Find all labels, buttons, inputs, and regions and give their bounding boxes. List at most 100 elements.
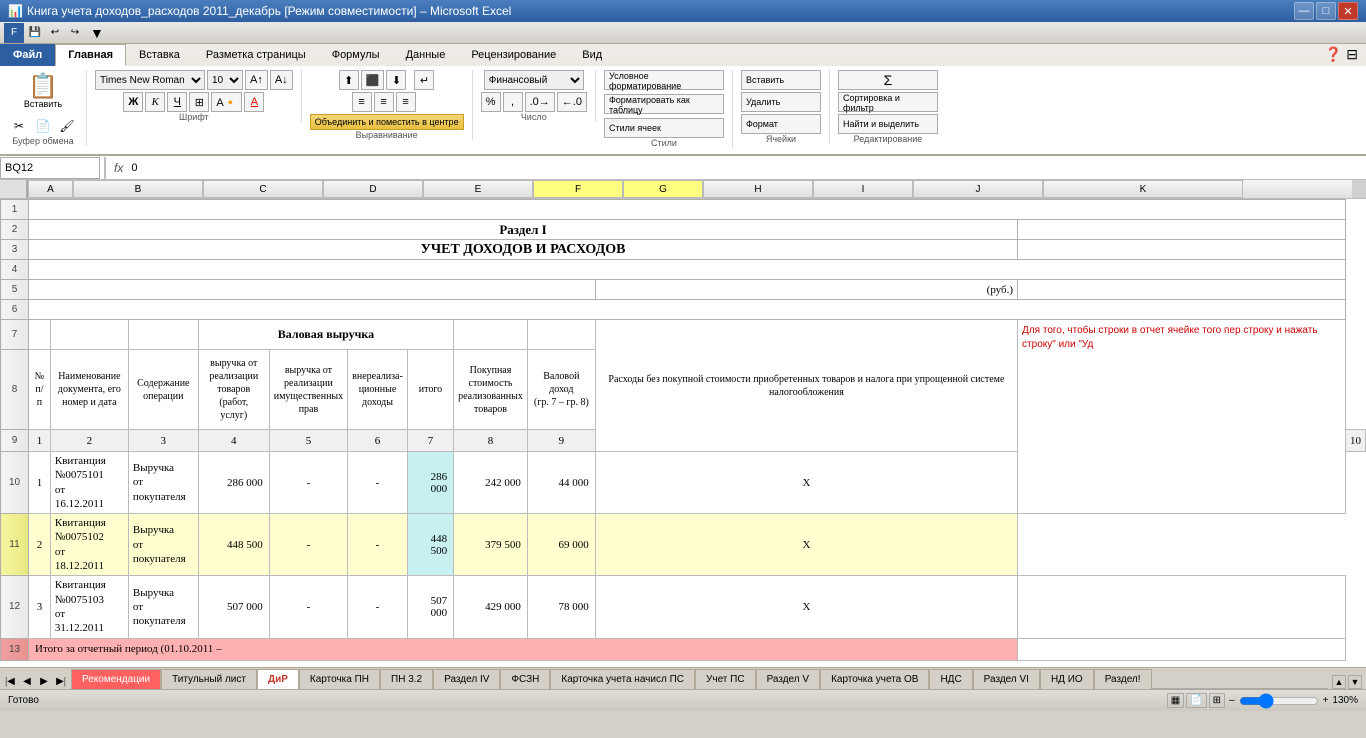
help-icon[interactable]: ❓ (1325, 47, 1342, 64)
tab-formulas[interactable]: Формулы (319, 44, 393, 66)
data-row2-col9[interactable]: 69 000 (527, 514, 595, 576)
data-row1-col5[interactable]: - (269, 452, 347, 514)
col-header-G[interactable]: G (623, 180, 703, 198)
insert-cells-button[interactable]: Вставить (741, 70, 821, 90)
data-row1-col10[interactable]: X (595, 452, 1017, 514)
page-break-btn[interactable]: ⊞ (1209, 693, 1225, 708)
data-row2-doc[interactable]: Квитанция №0075102 от 18.12.2011 (50, 514, 128, 576)
tab-last-btn[interactable]: ▶| (53, 673, 69, 689)
bold-button[interactable]: Ж (123, 92, 143, 112)
copy-button[interactable]: 📄 (32, 116, 54, 136)
row-num-10[interactable]: 10 (1, 452, 29, 514)
col-header-E[interactable]: E (423, 180, 533, 198)
sheet-tab-razdel5[interactable]: Раздел V (756, 669, 821, 689)
tab-insert[interactable]: Вставка (126, 44, 193, 66)
align-right-button[interactable]: ≡ (396, 92, 416, 112)
tab-home[interactable]: Главная (55, 44, 126, 66)
close-button[interactable]: ✕ (1338, 2, 1358, 20)
align-left-button[interactable]: ≡ (352, 92, 372, 112)
maximize-button[interactable]: □ (1316, 2, 1336, 20)
page-layout-btn[interactable]: 📄 (1186, 693, 1206, 708)
autosum-button[interactable]: Σ (838, 70, 938, 90)
font-size-select[interactable]: 10 (207, 70, 243, 90)
zoom-slider[interactable] (1239, 693, 1319, 709)
font-name-select[interactable]: Times New Roman (95, 70, 205, 90)
increase-decimal-button[interactable]: .0→ (525, 92, 555, 112)
font-color-button[interactable]: A (244, 92, 264, 112)
decrease-decimal-button[interactable]: ←.0 (557, 92, 587, 112)
paste-button[interactable]: 📋 Вставить (21, 70, 65, 114)
data-row1-col9[interactable]: 44 000 (527, 452, 595, 514)
row6-content[interactable] (29, 300, 1346, 320)
format-cells-button[interactable]: Формат (741, 114, 821, 134)
col-header-K[interactable]: K (1043, 180, 1243, 198)
data-row2-col4[interactable]: 448 500 (198, 514, 269, 576)
tab-page-layout[interactable]: Разметка страницы (193, 44, 319, 66)
row-num-9[interactable]: 9 (1, 430, 29, 452)
sheet-tab-title[interactable]: Титульный лист (161, 669, 257, 689)
format-painter-button[interactable]: 🖌 (56, 116, 78, 136)
cut-button[interactable]: ✂ (8, 116, 30, 136)
ribbon-min-icon[interactable]: ⊟ (1346, 47, 1358, 64)
data-row3-col7[interactable]: 507 000 (407, 576, 453, 638)
data-row3-col6[interactable]: - (348, 576, 408, 638)
sheet-tab-dir[interactable]: ДиР (257, 669, 299, 689)
number-format-select[interactable]: Финансовый (484, 70, 584, 90)
tab-file[interactable]: Файл (0, 44, 55, 66)
data-row3-col9[interactable]: 78 000 (527, 576, 595, 638)
data-row1-num[interactable]: 1 (29, 452, 51, 514)
name-box[interactable]: BQ12 (0, 157, 100, 179)
save-quick-btn[interactable]: 💾 (26, 24, 44, 42)
align-bottom-button[interactable]: ⬇ (386, 70, 406, 90)
tab-data[interactable]: Данные (393, 44, 459, 66)
font-grow-button[interactable]: A↑ (245, 70, 268, 90)
col-header-I[interactable]: I (813, 180, 913, 198)
row-num-1[interactable]: 1 (1, 200, 29, 220)
sheet-tab-razdel-last[interactable]: Раздел! (1094, 669, 1152, 689)
undo-quick-btn[interactable]: ↩ (46, 24, 64, 42)
spreadsheet-inner[interactable]: 1 2 Раздел I 3 УЧЕТ ДОХОДОВ И РАСХОДОВ 4 (0, 199, 1366, 667)
col-header-H[interactable]: H (703, 180, 813, 198)
row-num-4[interactable]: 4 (1, 260, 29, 280)
data-row2-num[interactable]: 2 (29, 514, 51, 576)
data-row2-col10[interactable]: X (595, 514, 1017, 576)
row4-content[interactable] (29, 260, 1346, 280)
data-row3-num[interactable]: 3 (29, 576, 51, 638)
data-row1-col7[interactable]: 286 000 (407, 452, 453, 514)
data-row3-col8[interactable]: 429 000 (454, 576, 528, 638)
sheet-tab-pn32[interactable]: ПН 3.2 (380, 669, 433, 689)
data-row2-col5[interactable]: - (269, 514, 347, 576)
row-num-13[interactable]: 13 (1, 638, 29, 660)
tab-prev-btn[interactable]: ◀ (19, 673, 35, 689)
row-num-8[interactable]: 8 (1, 350, 29, 430)
percent-button[interactable]: % (481, 92, 501, 112)
row-num-7[interactable]: 7 (1, 320, 29, 350)
data-row2-content[interactable]: Выручка от покупателя (128, 514, 198, 576)
col-header-B[interactable]: B (73, 180, 203, 198)
col-header-D[interactable]: D (323, 180, 423, 198)
redo-quick-btn[interactable]: ↪ (66, 24, 84, 42)
col-header-C[interactable]: C (203, 180, 323, 198)
align-top-button[interactable]: ⬆ (339, 70, 359, 90)
fill-button[interactable]: Сортировка и фильтр (838, 92, 938, 112)
col-header-F[interactable]: F (533, 180, 623, 198)
sheet-tab-karta-ov[interactable]: Карточка учета ОВ (820, 669, 929, 689)
align-middle-button[interactable]: ⬛ (361, 70, 385, 90)
row-num-5[interactable]: 5 (1, 280, 29, 300)
find-select-button[interactable]: Найти и выделить (838, 114, 938, 134)
borders-button[interactable]: ⊞ (189, 92, 209, 112)
zoom-in-btn[interactable]: + (1323, 695, 1329, 706)
data-row3-doc[interactable]: Квитанция №0075103 от 31.12.2011 (50, 576, 128, 638)
sheet-tab-nd-io[interactable]: НД ИО (1040, 669, 1094, 689)
data-row2-col6[interactable]: - (348, 514, 408, 576)
row-num-11[interactable]: 11 (1, 514, 29, 576)
tab-next-btn[interactable]: ▶ (36, 673, 52, 689)
sheet-tab-razdel4[interactable]: Раздел IV (433, 669, 500, 689)
row1-content[interactable] (29, 200, 1346, 220)
data-row1-doc[interactable]: Квитанция №0075101 от 16.12.2011 (50, 452, 128, 514)
conditional-format-button[interactable]: Условное форматирование (604, 70, 724, 90)
sheet-tab-karta-pn[interactable]: Карточка ПН (299, 669, 380, 689)
col-header-A[interactable]: A (28, 180, 73, 198)
row-num-3[interactable]: 3 (1, 240, 29, 260)
row-num-2[interactable]: 2 (1, 220, 29, 240)
